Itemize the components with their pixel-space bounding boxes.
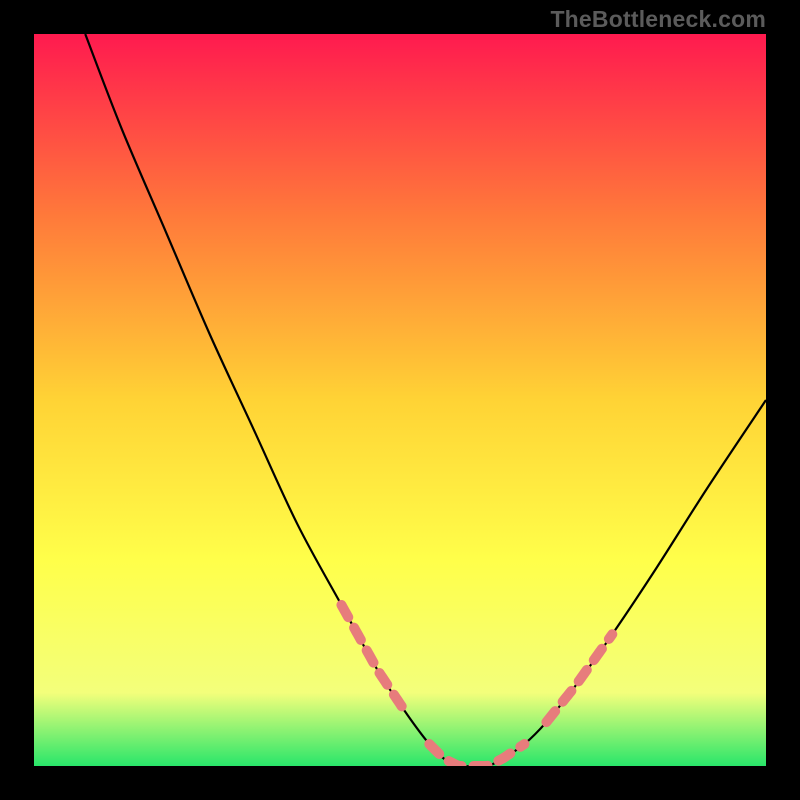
chart-frame: TheBottleneck.com — [0, 0, 800, 800]
watermark-text: TheBottleneck.com — [550, 6, 766, 33]
plot-area — [34, 34, 766, 766]
gradient-background — [34, 34, 766, 766]
plot-svg — [34, 34, 766, 766]
